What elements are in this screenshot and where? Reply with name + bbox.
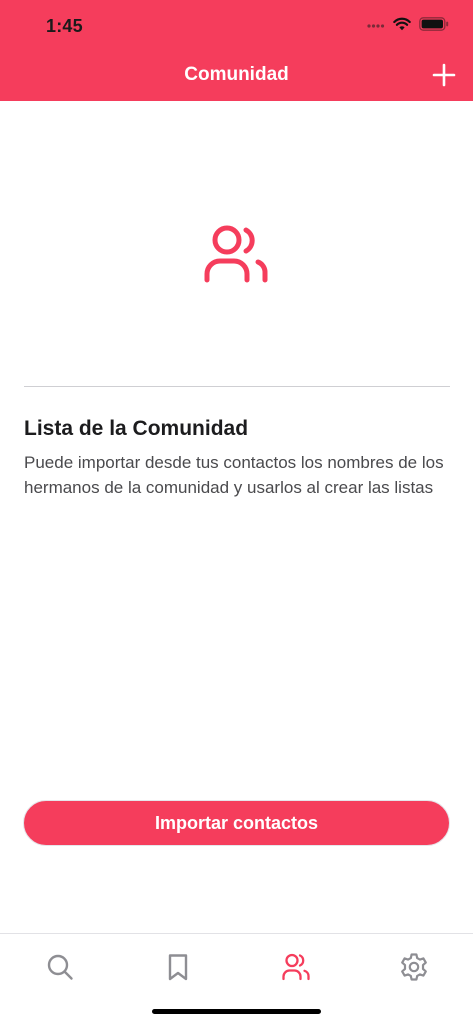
add-button[interactable] <box>431 62 457 88</box>
wifi-icon <box>393 17 411 36</box>
cellular-signal-icon <box>367 17 385 35</box>
page-title: Comunidad <box>184 64 289 85</box>
tab-bookmarks[interactable] <box>163 952 193 982</box>
header: 1:45 Comunidad <box>0 0 473 101</box>
gear-icon <box>401 953 427 981</box>
people-icon <box>282 953 310 981</box>
section-description: Puede importar desde tus contactos los n… <box>24 453 444 497</box>
tab-settings[interactable] <box>399 952 429 982</box>
status-time: 1:45 <box>46 16 83 36</box>
plus-icon <box>432 63 456 87</box>
status-icons <box>367 16 449 36</box>
status-bar: 1:45 <box>0 0 473 50</box>
battery-icon <box>419 16 449 36</box>
bookmark-icon <box>168 954 188 981</box>
divider <box>24 386 450 387</box>
tab-search[interactable] <box>45 952 75 982</box>
community-screen: 1:45 Comunidad Lista de la Comunidad Pue… <box>0 0 473 1024</box>
people-icon <box>200 222 272 288</box>
tab-community[interactable] <box>281 952 311 982</box>
section-title: Lista de la Comunidad <box>24 417 249 440</box>
home-indicator <box>152 1009 321 1014</box>
import-contacts-button[interactable]: Importar contactos <box>23 800 450 846</box>
search-icon <box>47 954 73 980</box>
